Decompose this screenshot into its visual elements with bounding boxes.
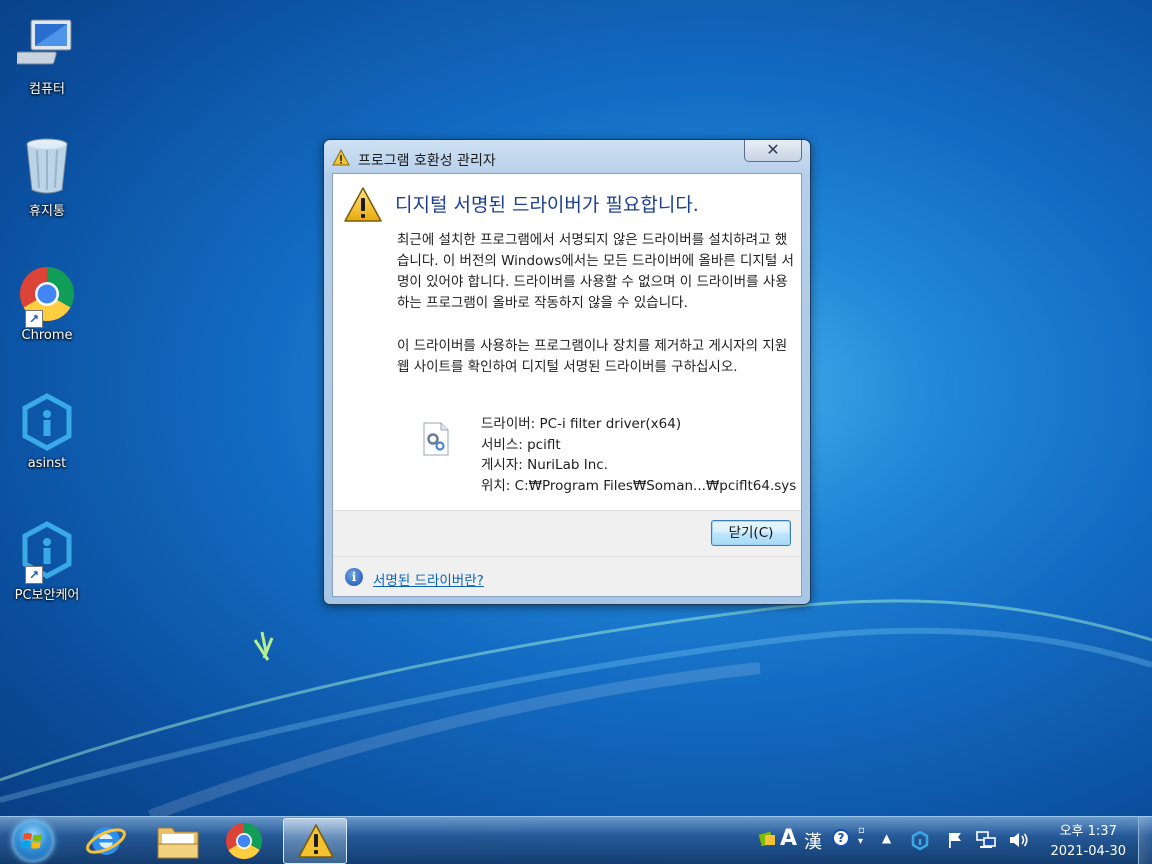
- internet-explorer-icon: [86, 827, 126, 855]
- clock-time: 오후 1:37: [1059, 824, 1117, 839]
- recycle-bin-icon: [17, 136, 77, 196]
- warning-icon: [344, 187, 382, 222]
- dialog-titlebar[interactable]: 프로그램 호환성 관리자 ✕: [332, 140, 802, 170]
- clock-date: 2021-04-30: [1050, 844, 1126, 859]
- action-center-flag-icon[interactable]: [946, 831, 964, 849]
- ime-hanja-button[interactable]: 漢: [804, 828, 822, 854]
- ime-options-icon[interactable]: ▫ ▾: [858, 825, 865, 847]
- pc-security-care-icon: ↗: [17, 520, 77, 584]
- desktop-icon-chrome[interactable]: ↗ Chrome: [6, 264, 88, 343]
- taskbar-compatibility-button[interactable]: [283, 818, 347, 864]
- clock[interactable]: 오후 1:37 2021-04-30: [1050, 822, 1126, 862]
- program-compatibility-dialog: 프로그램 호환성 관리자 ✕ 디지털 서명된 드라이버가 필요합니다. 최근에 …: [323, 139, 811, 605]
- driver-location: 위치: C:₩Program Files₩Soman...₩pciflt64.s…: [481, 477, 797, 494]
- desktop-icon-label: 휴지통: [29, 204, 65, 219]
- desktop-icon-computer[interactable]: 컴퓨터: [6, 14, 88, 97]
- taskbar: A 漢 ? ▫ ▾ ▲ 오후 1:37 2021-04-30: [0, 816, 1152, 864]
- desktop-icon-label: PC보안케어: [14, 588, 80, 603]
- dialog-headline: 디지털 서명된 드라이버가 필요합니다.: [395, 194, 699, 216]
- dialog-footer: i 서명된 드라이버란?: [333, 556, 801, 596]
- driver-file-icon: [423, 422, 449, 456]
- show-hidden-icons-button[interactable]: ▲: [882, 831, 891, 845]
- ime-mode-indicator[interactable]: A: [780, 826, 797, 851]
- close-button[interactable]: 닫기(C): [711, 520, 791, 546]
- asinst-icon: [17, 392, 77, 452]
- language-bar-icon[interactable]: [758, 829, 778, 849]
- taskbar-chrome-button[interactable]: [212, 818, 276, 864]
- dialog-content: 디지털 서명된 드라이버가 필요합니다. 최근에 설치한 프로그램에서 서명되지…: [332, 173, 802, 597]
- show-desktop-button[interactable]: [1138, 817, 1152, 864]
- help-icon[interactable]: ?: [832, 829, 850, 847]
- driver-publisher: 게시자: NuriLab Inc.: [481, 457, 608, 473]
- shortcut-arrow-icon: ↗: [25, 310, 43, 328]
- driver-details: 드라이버: PC-i filter driver(x64) 서비스: pcifl…: [481, 414, 796, 496]
- network-icon[interactable]: [976, 831, 996, 849]
- desktop-icon-label: Chrome: [21, 328, 73, 343]
- warning-icon: [298, 824, 334, 858]
- dialog-title: 프로그램 호환성 관리자: [358, 153, 496, 169]
- button-area: 닫기(C): [333, 510, 801, 556]
- warning-icon: [332, 149, 350, 166]
- info-icon: i: [345, 568, 363, 586]
- driver-name: 드라이버: PC-i filter driver(x64): [481, 416, 682, 432]
- description-paragraph-1: 최근에 설치한 프로그램에서 서명되지 않은 드라이버를 설치하려고 했습니다.…: [397, 232, 794, 311]
- window-close-button[interactable]: ✕: [744, 140, 802, 162]
- signed-driver-help-link[interactable]: 서명된 드라이버란?: [373, 569, 484, 589]
- description-paragraph-2: 이 드라이버를 사용하는 프로그램이나 장치를 제거하고 게시자의 지원 웹 사…: [397, 338, 788, 375]
- chrome-icon: [226, 822, 262, 859]
- folder-icon: [157, 827, 199, 859]
- windows-logo-icon: [21, 833, 42, 849]
- start-button[interactable]: [12, 820, 54, 862]
- chrome-icon: ↗: [17, 264, 77, 328]
- volume-icon[interactable]: [1008, 831, 1030, 849]
- desktop-icon-recycle-bin[interactable]: 휴지통: [6, 136, 88, 219]
- desktop-icon-pc-security-care[interactable]: ↗ PC보안케어: [6, 520, 88, 603]
- taskbar-ie-button[interactable]: [74, 818, 138, 864]
- shortcut-arrow-icon: ↗: [25, 566, 43, 584]
- system-tray: A 漢 ? ▫ ▾ ▲: [756, 817, 1056, 864]
- driver-service: 서비스: pciflt: [481, 436, 561, 453]
- desktop-icon-asinst[interactable]: asinst: [6, 392, 88, 471]
- computer-icon: [13, 14, 77, 74]
- taskbar-explorer-button[interactable]: [146, 818, 210, 864]
- desktop-icon-label: asinst: [27, 456, 67, 471]
- pc-security-care-tray-icon[interactable]: [911, 831, 929, 851]
- desktop-icon-label: 컴퓨터: [29, 82, 65, 97]
